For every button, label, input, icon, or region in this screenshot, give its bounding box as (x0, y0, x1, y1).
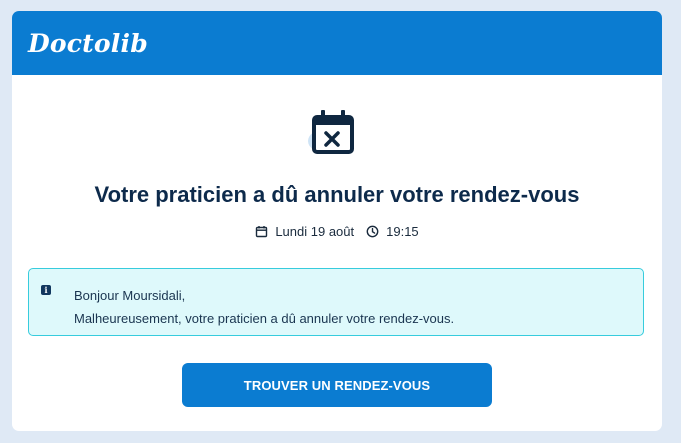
notice-greeting: Bonjour Moursidali, (74, 288, 186, 303)
notice-message: Malheureusement, votre praticien a dû an… (74, 311, 455, 326)
calendar-cancel-icon (302, 106, 362, 166)
calendar-icon (255, 225, 268, 238)
doctolib-logo[interactable]: Doctolib (28, 29, 148, 58)
appointment-date: Lundi 19 août (255, 224, 354, 239)
find-appointment-button[interactable]: TROUVER UN RENDEZ-VOUS (182, 363, 492, 407)
info-icon: i (41, 285, 51, 295)
cancellation-notice: i Bonjour Moursidali, Malheureusement, v… (28, 268, 644, 336)
page-title: Votre praticien a dû annuler votre rende… (94, 182, 580, 207)
appointment-time-text: 19:15 (386, 224, 419, 239)
appointment-details: Lundi 19 août 19:15 (12, 224, 662, 239)
appointment-date-text: Lundi 19 août (275, 224, 355, 239)
header-bar: Doctolib (12, 11, 662, 75)
appointment-time: 19:15 (366, 224, 419, 239)
clock-icon (366, 225, 379, 238)
notice-text: Bonjour Moursidali, Malheureusement, vot… (74, 284, 454, 330)
email-card: Doctolib Votre praticien a dû annuler vo… (12, 11, 662, 431)
